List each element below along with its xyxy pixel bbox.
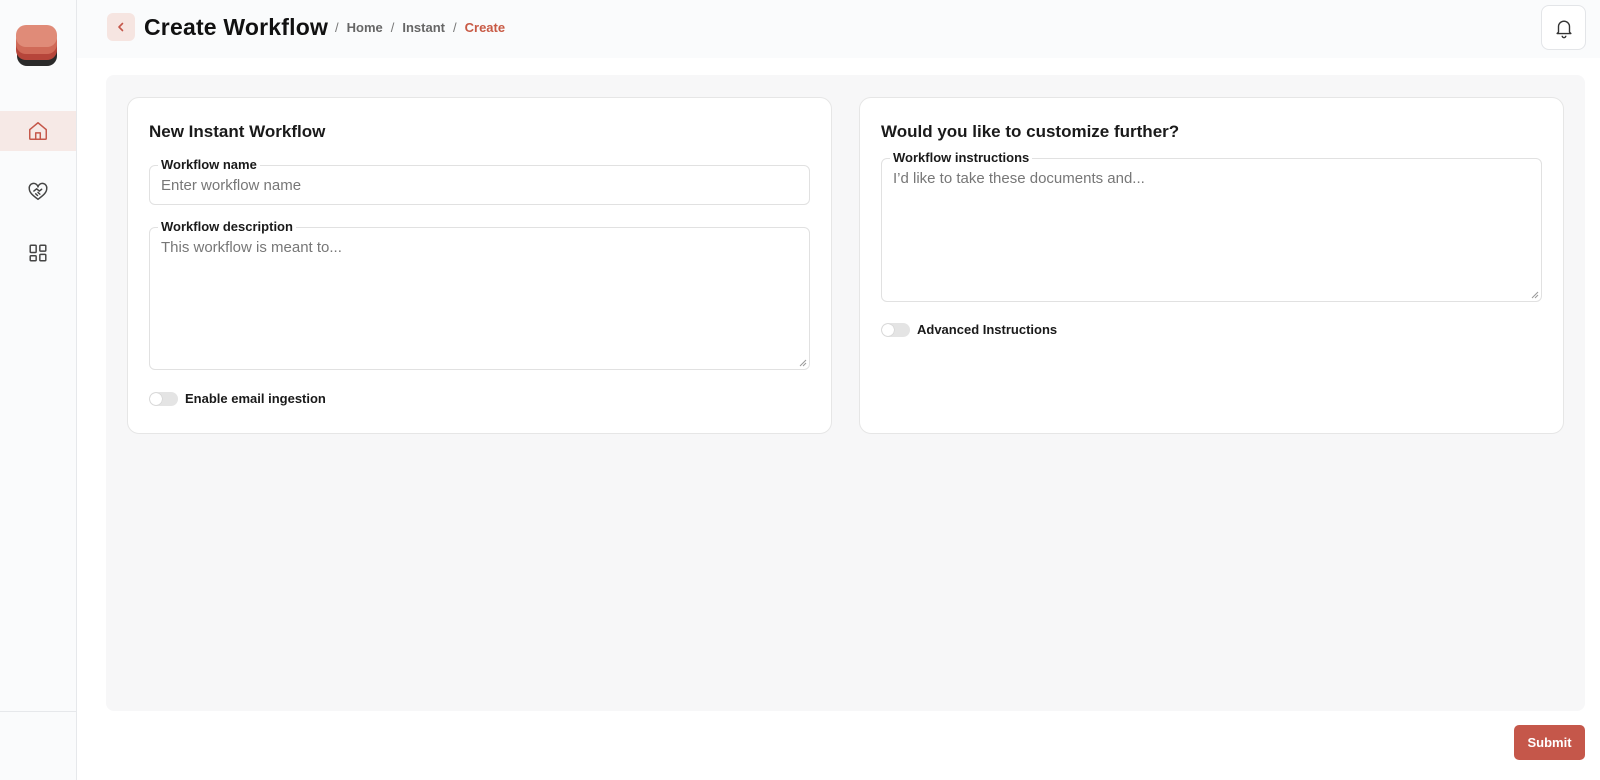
grid-icon bbox=[29, 244, 47, 262]
workflow-description-label: Workflow description bbox=[158, 219, 296, 234]
sidebar-item-home[interactable] bbox=[0, 111, 76, 151]
resize-handle-icon[interactable] bbox=[1531, 291, 1539, 299]
breadcrumb-separator: / bbox=[453, 20, 457, 35]
breadcrumb: / Home / Instant / Create bbox=[327, 20, 505, 35]
sidebar bbox=[0, 0, 77, 780]
card-title: New Instant Workflow bbox=[149, 122, 326, 141]
breadcrumb-instant[interactable]: Instant bbox=[402, 20, 445, 35]
main-panel: New Instant Workflow Workflow name Workf… bbox=[106, 75, 1585, 711]
sidebar-item-partners[interactable] bbox=[0, 172, 76, 212]
workflow-description-input[interactable] bbox=[150, 228, 809, 369]
workflow-instructions-field: Workflow instructions bbox=[881, 150, 1542, 302]
page-title: Create Workflow bbox=[144, 14, 329, 40]
email-ingestion-label: Enable email ingestion bbox=[185, 391, 326, 406]
workflow-description-field: Workflow description bbox=[149, 219, 810, 370]
app-logo[interactable] bbox=[14, 24, 60, 72]
home-icon bbox=[29, 122, 47, 140]
workflow-name-field: Workflow name bbox=[149, 157, 810, 205]
breadcrumb-separator: / bbox=[335, 20, 339, 35]
heart-handshake-icon bbox=[28, 182, 48, 201]
workflow-instructions-input[interactable] bbox=[882, 159, 1541, 301]
card-title: Would you like to customize further? bbox=[881, 122, 1180, 141]
chevron-left-icon bbox=[118, 22, 124, 32]
workflow-name-label: Workflow name bbox=[158, 157, 260, 172]
resize-handle-icon[interactable] bbox=[799, 359, 807, 367]
breadcrumb-separator: / bbox=[390, 20, 395, 35]
submit-button[interactable]: Submit bbox=[1514, 725, 1585, 760]
email-ingestion-toggle-row: Enable email ingestion bbox=[149, 391, 326, 406]
breadcrumb-home[interactable]: Home bbox=[347, 20, 383, 35]
sidebar-item-apps[interactable] bbox=[0, 233, 76, 273]
breadcrumb-create: Create bbox=[464, 20, 506, 35]
advanced-instructions-label: Advanced Instructions bbox=[917, 322, 1058, 337]
advanced-instructions-toggle-row: Advanced Instructions bbox=[881, 322, 1057, 337]
page-header: Create Workflow / Home / Instant / Creat… bbox=[77, 0, 1600, 58]
customize-card: Would you like to customize further? Wor… bbox=[859, 97, 1564, 434]
sidebar-divider bbox=[0, 711, 76, 712]
back-button[interactable] bbox=[107, 13, 135, 41]
bell-icon bbox=[1555, 20, 1572, 38]
advanced-instructions-toggle[interactable] bbox=[881, 322, 910, 337]
new-workflow-card: New Instant Workflow Workflow name Workf… bbox=[127, 97, 832, 434]
workflow-instructions-label: Workflow instructions bbox=[890, 150, 1033, 165]
notifications-button[interactable] bbox=[1541, 5, 1586, 50]
email-ingestion-toggle[interactable] bbox=[149, 391, 178, 406]
